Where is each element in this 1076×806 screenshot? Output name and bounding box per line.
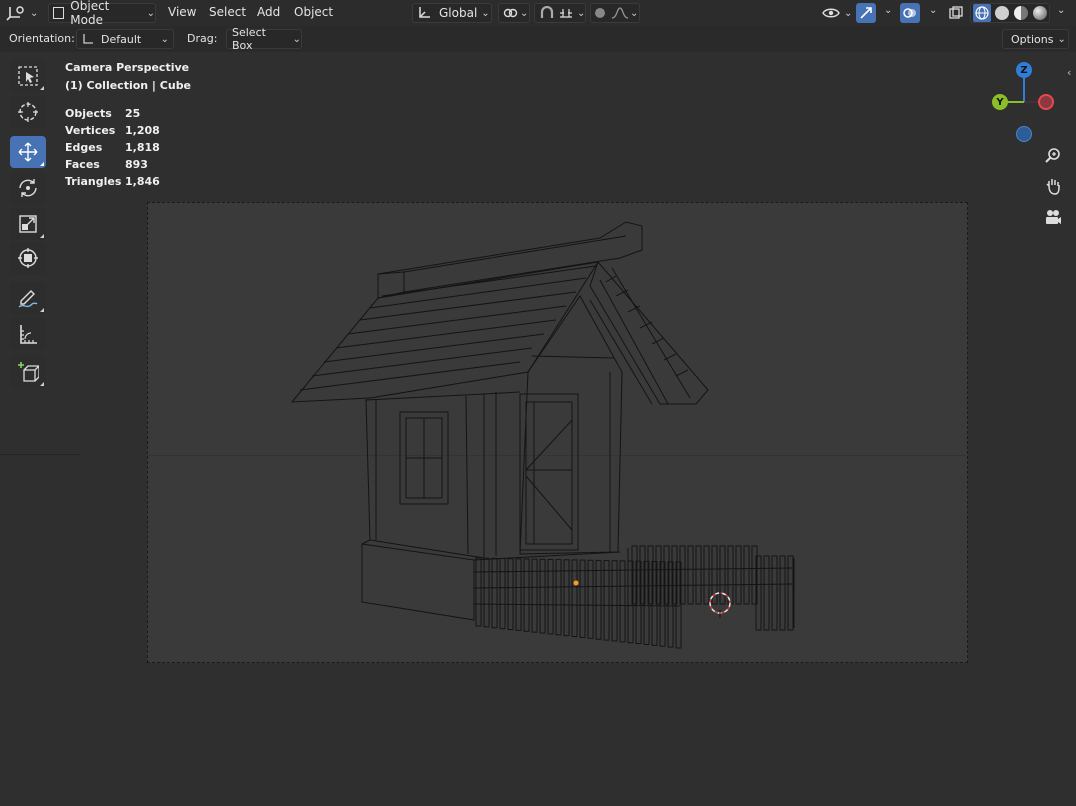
stat-label: Faces [65,158,100,171]
fence-picket [611,560,618,642]
select-box-tool[interactable] [10,60,46,92]
fence-picket [539,558,546,634]
fence-picket [603,560,610,641]
fence-picket [687,545,694,605]
hand-icon [1044,177,1062,195]
fence-picket [595,559,602,640]
stat-label: Edges [65,141,103,154]
stat-value: 893 [125,158,148,171]
view-name: Camera Perspective [65,61,190,74]
add-cube-tool[interactable] [10,356,46,388]
fence-picket [515,558,522,631]
fence-picket [579,559,586,638]
navigation-gizmo[interactable]: Z Y [990,60,1056,144]
scene-statistics: Objects 25 Vertices 1,208 Edges 1,818 Faces… [65,107,160,192]
stat-value: 25 [125,107,141,120]
fence-picket [523,558,530,632]
fence-picket [619,560,626,643]
fence-picket [703,545,710,605]
gizmo-z-label: Z [1020,64,1028,76]
fence-picket [727,545,734,605]
fence-picket [475,557,482,627]
fence-picket [507,558,514,631]
fence-picket [743,545,750,605]
scale-icon [17,213,39,235]
camera-icon [1044,208,1062,226]
fence-picket [531,558,538,633]
gizmo-x-axis-negative[interactable] [1038,94,1054,110]
fence-picket [695,545,702,605]
fence-picket [787,555,794,631]
transform-tool[interactable] [10,242,46,274]
stat-row: Vertices 1,208 [65,124,160,141]
camera-view-button[interactable] [1040,204,1066,230]
rotate-tool[interactable] [10,172,46,204]
fence-picket [763,555,770,631]
move-tool[interactable] [10,136,46,168]
fence-picket [779,555,786,631]
add-cube-icon [17,361,39,383]
fence-picket [771,555,778,631]
stat-label: Triangles [65,175,122,188]
fence-picket [483,557,490,628]
gizmo-y-label: Y [996,96,1004,108]
select-box-icon [17,65,39,87]
stat-row: Triangles 1,846 [65,175,160,192]
rotate-icon [17,177,39,199]
move-icon [17,141,39,163]
zoom-button[interactable] [1040,143,1066,169]
stat-row: Faces 893 [65,158,160,175]
stat-label: Vertices [65,124,116,137]
stat-value: 1,208 [125,124,160,137]
gizmo-y-axis[interactable]: Y [992,94,1008,110]
cursor-tool[interactable] [10,96,46,128]
fence-picket [571,559,578,638]
annotate-icon [17,287,39,309]
stat-label: Objects [65,107,112,120]
fence-picket [735,545,742,605]
pan-button[interactable] [1040,173,1066,199]
annotate-tool[interactable] [10,282,46,314]
collection-label: (1) Collection | Cube [65,79,192,92]
measure-tool[interactable] [10,318,46,350]
gizmo-z-axis-negative[interactable] [1016,126,1032,142]
stat-value: 1,818 [125,141,160,154]
stat-row: Edges 1,818 [65,141,160,158]
measure-icon [17,323,39,345]
fence-picket [719,545,726,605]
zoom-icon [1044,147,1062,165]
fence-picket [499,557,506,630]
object-origin-dot [573,580,579,586]
viewport-text-info: Camera Perspective (1) Collection | Cube [65,61,191,97]
sidebar-toggle-icon[interactable]: ‹ [1067,66,1071,79]
gizmo-z-axis[interactable]: Z [1016,62,1032,78]
cursor-icon [17,101,39,123]
fence-picket [587,559,594,639]
stat-value: 1,846 [125,175,160,188]
transform-icon [17,247,39,269]
scale-tool[interactable] [10,208,46,240]
stat-row: Objects 25 [65,107,160,124]
house-wireframe-model [290,221,795,649]
fence-picket [491,557,498,629]
